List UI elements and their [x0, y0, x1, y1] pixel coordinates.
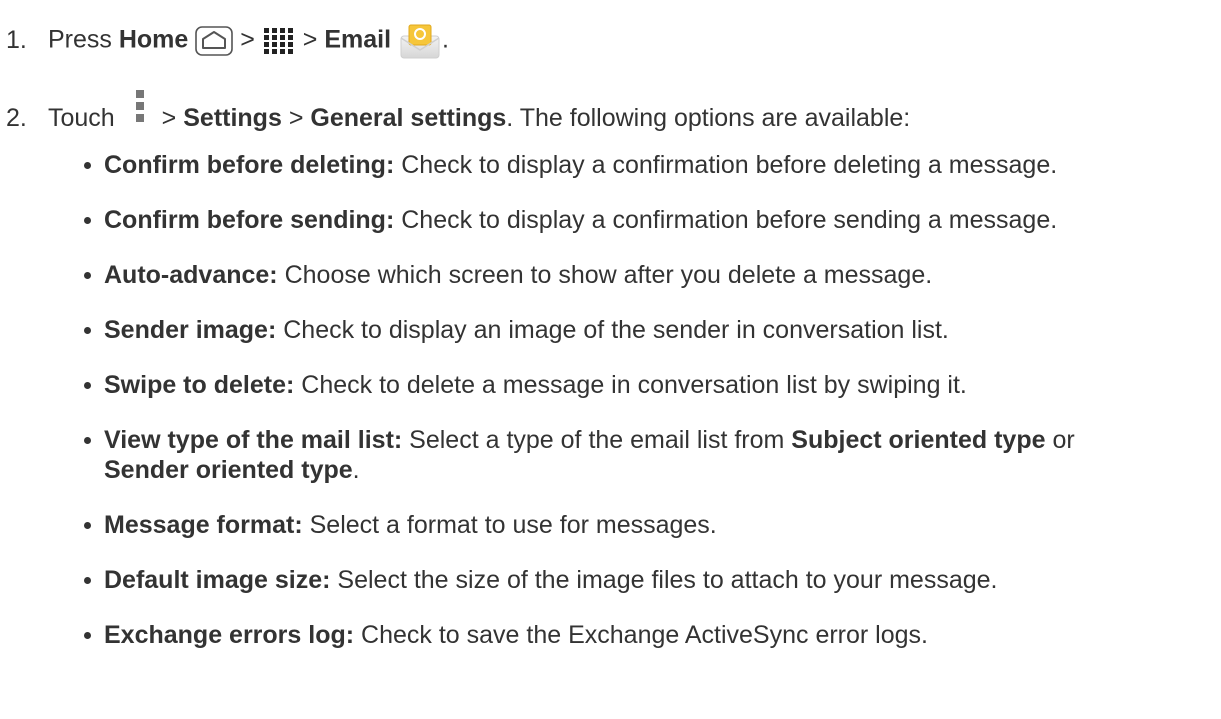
email-label: Email — [324, 25, 392, 54]
option-term: View type of the mail list: — [104, 426, 403, 454]
list-item: Confirm before deleting: Check to displa… — [84, 150, 1075, 180]
step-text: Touch — [48, 104, 115, 132]
option-end: . — [352, 456, 360, 484]
option-desc: Check to display a confirmation before d… — [401, 151, 1058, 179]
list-item: Exchange errors log: Check to save the E… — [84, 620, 1075, 650]
list-item: View type of the mail list: Select a typ… — [84, 425, 1075, 485]
period: . — [441, 25, 449, 54]
option-term: Sender image: — [104, 316, 277, 344]
apps-grid-icon — [262, 26, 296, 56]
separator: > — [161, 104, 177, 132]
menu-overflow-icon — [132, 88, 148, 132]
bullet — [84, 437, 91, 444]
option-mid: or — [1052, 426, 1075, 454]
list-item: Confirm before sending: Check to display… — [84, 205, 1075, 235]
option-term: Auto-advance: — [104, 261, 278, 289]
option-choice-2: Sender oriented type — [104, 456, 353, 484]
bullet — [84, 522, 91, 529]
bullet — [84, 327, 91, 334]
option-desc: Select a type of the email list from — [409, 426, 785, 454]
option-desc: Check to display a confirmation before s… — [401, 206, 1058, 234]
step-number: 2. — [6, 104, 27, 132]
home-label: Home — [118, 25, 189, 54]
option-choice-1: Subject oriented type — [791, 426, 1046, 454]
separator: > — [240, 25, 255, 54]
list-item: Default image size: Select the size of t… — [84, 565, 1075, 595]
settings-label: Settings — [183, 104, 282, 132]
option-desc: Select the size of the image files to at… — [337, 566, 998, 594]
option-desc: Check to delete a message in conversatio… — [301, 371, 967, 399]
list-item: Message format: Select a format to use f… — [84, 510, 1075, 540]
general-settings-label: General settings — [310, 104, 507, 132]
option-term: Confirm before deleting: — [104, 151, 395, 179]
list-item: Auto-advance: Choose which screen to sho… — [84, 260, 1075, 290]
option-desc: Choose which screen to show after you de… — [284, 261, 933, 289]
option-term: Message format: — [104, 511, 303, 539]
home-icon — [195, 26, 234, 56]
step-tail: . The following options are available: — [506, 104, 911, 132]
bullet — [84, 632, 91, 639]
step-2: 2. Touch > Settings > General settings. T… — [6, 88, 910, 133]
option-term: Exchange errors log: — [104, 621, 355, 649]
option-desc: Select a format to use for messages. — [309, 511, 717, 539]
option-term: Default image size: — [104, 566, 331, 594]
bullet — [84, 162, 91, 169]
step-number: 1. — [6, 25, 27, 54]
option-term: Confirm before sending: — [104, 206, 395, 234]
step-1: 1. Press Home > > Email . — [6, 22, 449, 60]
bullet — [84, 577, 91, 584]
bullet — [84, 382, 91, 389]
separator: > — [288, 104, 304, 132]
option-desc: Check to display an image of the sender … — [283, 316, 949, 344]
option-desc: Check to save the Exchange ActiveSync er… — [361, 621, 928, 649]
bullet — [84, 272, 91, 279]
email-envelope-icon — [398, 22, 442, 60]
bullet — [84, 217, 91, 224]
list-item: Swipe to delete: Check to delete a messa… — [84, 370, 1075, 400]
options-list: Confirm before deleting: Check to displa… — [84, 150, 1075, 650]
step-text: Press — [48, 25, 112, 54]
separator: > — [302, 25, 318, 54]
list-item: Sender image: Check to display an image … — [84, 315, 1075, 345]
option-term: Swipe to delete: — [104, 371, 295, 399]
